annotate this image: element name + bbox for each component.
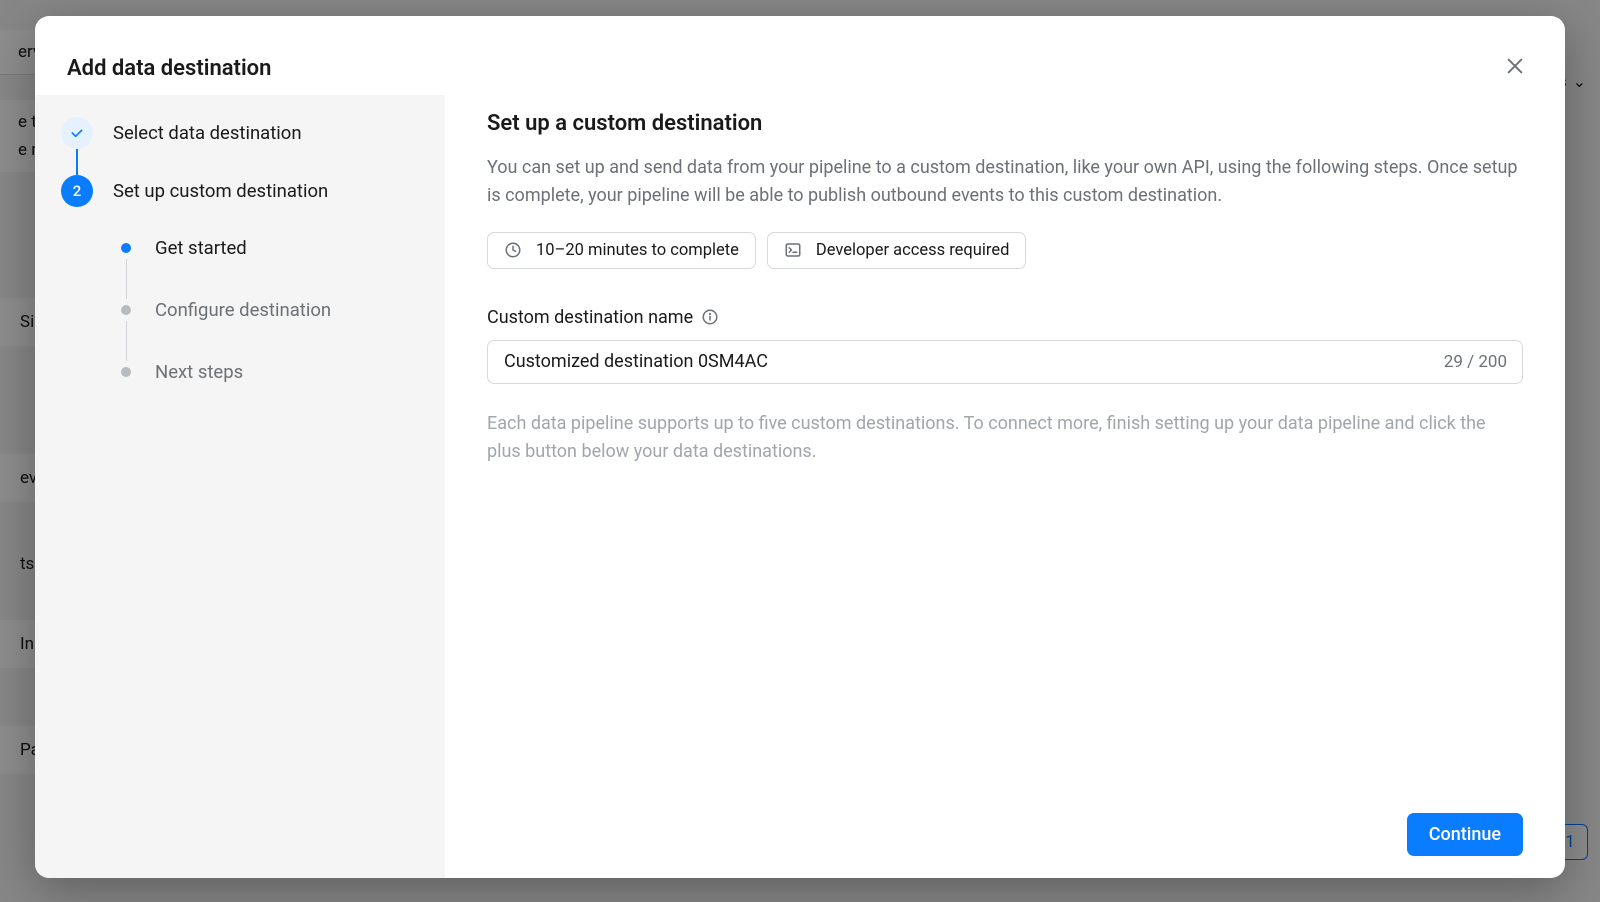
- substep-dot-icon: [121, 305, 131, 315]
- close-button[interactable]: [1499, 50, 1531, 82]
- modal-body: Select data destination 2 Set up custom …: [35, 95, 1565, 878]
- close-icon: [1504, 55, 1526, 77]
- substep-get-started[interactable]: Get started: [121, 237, 423, 259]
- destination-name-input[interactable]: [487, 340, 1523, 384]
- info-icon[interactable]: [701, 308, 719, 326]
- step-connector: [76, 149, 78, 175]
- access-badge: Developer access required: [767, 232, 1027, 269]
- terminal-icon: [784, 241, 802, 259]
- character-count: 29 / 200: [1444, 352, 1507, 372]
- substep-connector: [126, 321, 127, 361]
- step-label: Select data destination: [113, 122, 302, 144]
- steps-sidebar: Select data destination 2 Set up custom …: [35, 95, 445, 878]
- clock-icon: [504, 241, 522, 259]
- substep-dot-icon: [121, 367, 131, 377]
- substep-configure[interactable]: Configure destination: [121, 299, 423, 321]
- modal-title: Add data destination: [35, 16, 1565, 95]
- substep-label: Next steps: [155, 361, 243, 383]
- substep-dot-icon: [121, 243, 131, 253]
- main-description: You can set up and send data from your p…: [487, 154, 1523, 210]
- substep-label: Configure destination: [155, 299, 331, 321]
- modal-footer: Continue: [1407, 813, 1523, 856]
- main-panel: Set up a custom destination You can set …: [445, 95, 1565, 878]
- substep-next-steps[interactable]: Next steps: [121, 361, 423, 383]
- add-destination-modal: Add data destination Select data destina…: [35, 16, 1565, 878]
- continue-button[interactable]: Continue: [1407, 813, 1523, 856]
- substep-connector: [126, 259, 127, 299]
- time-badge-label: 10–20 minutes to complete: [536, 241, 739, 260]
- check-icon: [61, 117, 93, 149]
- substeps: Get started Configure destination Next s…: [121, 237, 423, 383]
- access-badge-label: Developer access required: [816, 241, 1010, 260]
- info-badges: 10–20 minutes to complete Developer acce…: [487, 232, 1523, 269]
- destination-name-input-wrap: 29 / 200: [487, 340, 1523, 384]
- main-heading: Set up a custom destination: [487, 111, 1523, 136]
- modal-overlay: Add data destination Select data destina…: [0, 0, 1600, 902]
- step-label: Set up custom destination: [113, 180, 328, 202]
- step-setup-custom[interactable]: 2 Set up custom destination: [61, 175, 423, 207]
- help-text: Each data pipeline supports up to five c…: [487, 410, 1523, 466]
- step-number-badge: 2: [61, 175, 93, 207]
- destination-name-label: Custom destination name: [487, 307, 1523, 328]
- step-select-destination[interactable]: Select data destination: [61, 117, 423, 149]
- substep-label: Get started: [155, 237, 247, 259]
- time-badge: 10–20 minutes to complete: [487, 232, 756, 269]
